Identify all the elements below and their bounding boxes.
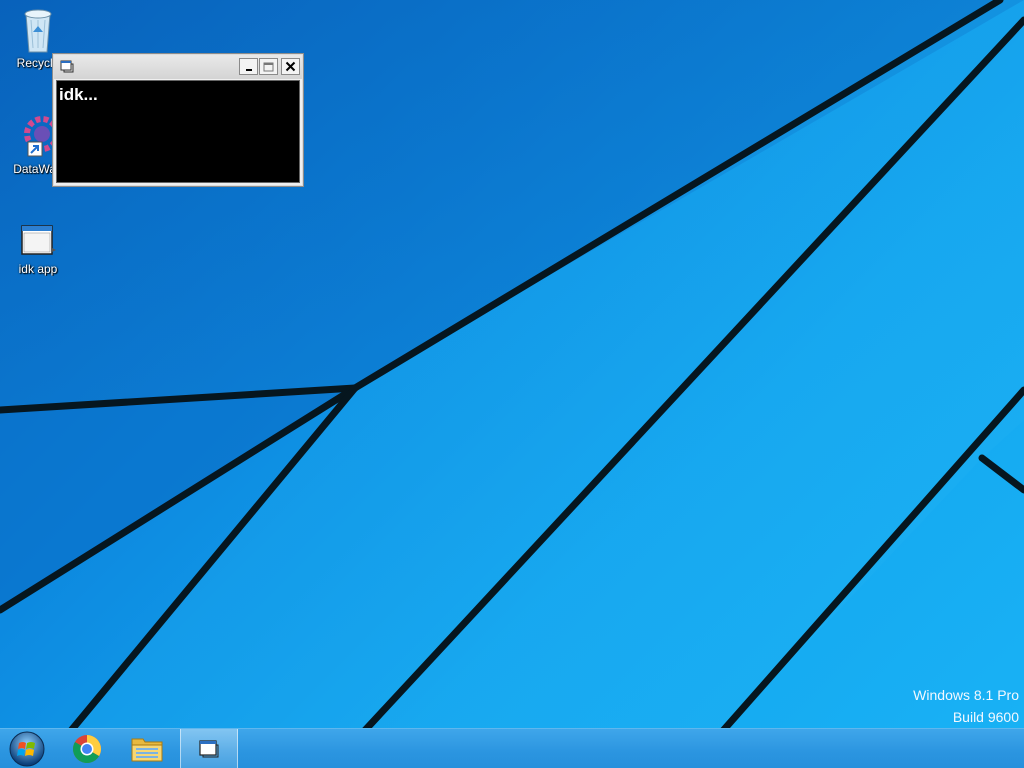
windows-start-orb-icon [9,731,45,766]
maximize-button[interactable] [259,58,278,75]
taskbar-item-file-explorer[interactable] [118,729,176,768]
window-titlebar[interactable] [54,55,302,79]
os-watermark: Windows 8.1 Pro Build 9600 [913,684,1019,728]
desktop[interactable]: Recycle DataWag idk app idk... Windows 8… [0,0,1024,768]
console-output-area[interactable]: idk... [56,80,300,183]
app-window-icon [60,60,74,73]
desktop-icon-label: idk app [18,262,58,276]
taskbar[interactable] [0,728,1024,768]
watermark-build: Build 9600 [952,709,1019,725]
app-window-icon [199,739,219,757]
chrome-icon [73,734,101,763]
minimize-button[interactable] [239,58,258,75]
taskbar-item-chrome[interactable] [58,729,116,768]
desktop-icon-idk-app[interactable]: idk app [0,220,76,276]
close-icon [285,61,296,72]
minimize-icon [245,68,252,71]
maximize-icon [263,62,274,71]
console-window[interactable]: idk... [52,53,304,187]
file-explorer-icon [131,738,163,761]
console-output-text: idk... [59,85,98,104]
taskbar-item-idk-app[interactable] [180,729,238,768]
app-window-icon [21,225,56,255]
recycle-bin-icon [24,9,52,53]
start-button[interactable] [0,729,54,768]
watermark-edition: Windows 8.1 Pro [913,687,1019,703]
close-button[interactable] [281,58,300,75]
